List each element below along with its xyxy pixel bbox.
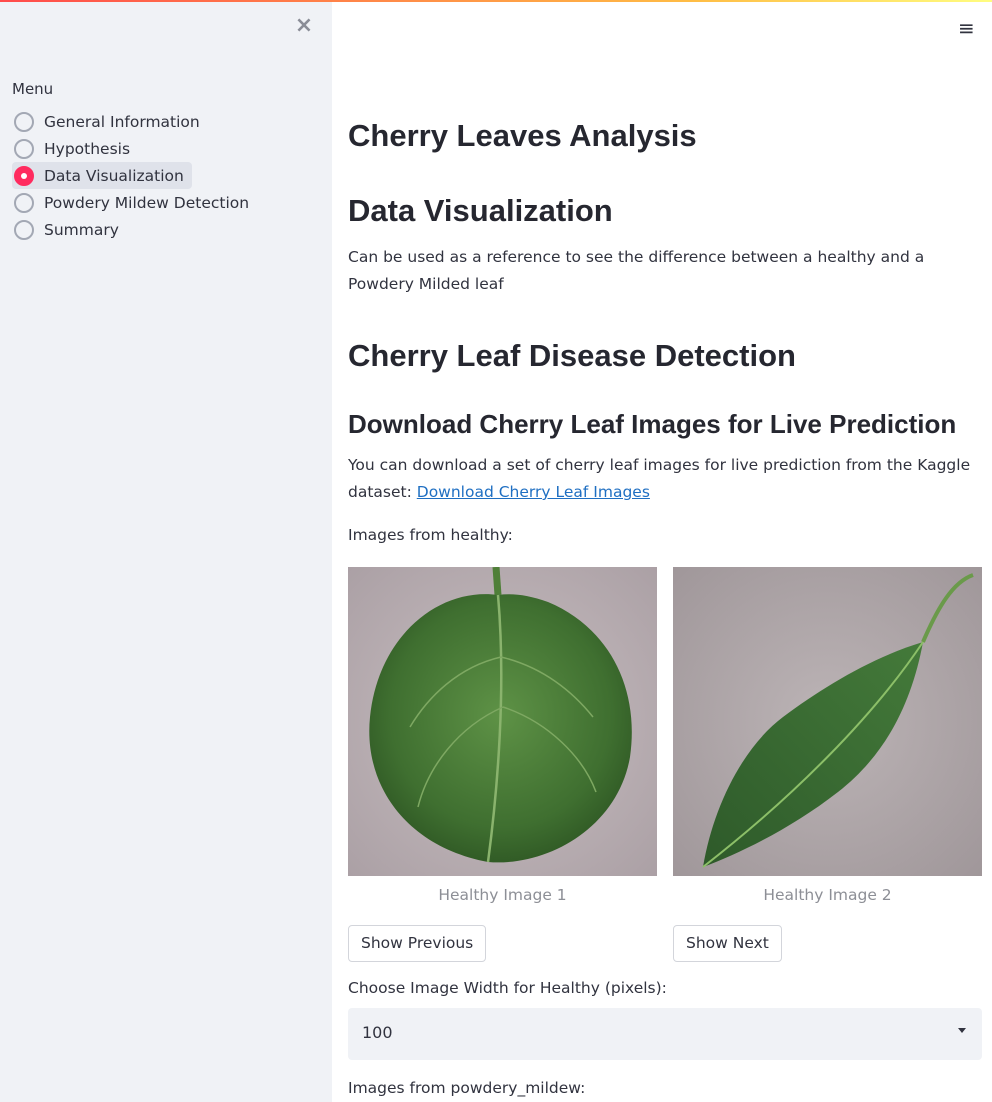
image-caption-2: Healthy Image 2 [763, 886, 892, 904]
image-caption-1: Healthy Image 1 [438, 886, 567, 904]
page-title: Cherry Leaves Analysis [348, 118, 697, 153]
download-text: You can download a set of cherry leaf im… [348, 452, 982, 506]
powdery-mildew-images-label: Images from powdery_mildew: [348, 1079, 586, 1097]
detection-title: Cherry Leaf Disease Detection [348, 338, 796, 373]
menu-item-label: Summary [44, 220, 119, 239]
image-width-value: 100 [362, 1023, 393, 1042]
menu-item-summary[interactable]: Summary [12, 216, 127, 243]
healthy-images-label: Images from healthy: [348, 526, 513, 544]
radio-button-icon[interactable] [14, 138, 34, 159]
show-previous-button[interactable]: Show Previous [348, 925, 487, 962]
radio-button-icon[interactable] [14, 192, 34, 213]
download-link[interactable]: Download Cherry Leaf Images [417, 483, 650, 501]
radio-button-icon[interactable] [14, 111, 34, 132]
section-title: Data Visualization [348, 193, 613, 228]
image-width-select[interactable]: 100 [348, 1008, 982, 1060]
download-title: Download Cherry Leaf Images for Live Pre… [348, 409, 957, 439]
menu-item-data-visualization[interactable]: Data Visualization [12, 162, 192, 189]
menu-label: Menu [12, 80, 54, 98]
image-width-label: Choose Image Width for Healthy (pixels): [348, 979, 667, 997]
top-accent-bar [0, 0, 992, 2]
menu-radio-group: General Information Hypothesis Data Visu… [12, 108, 257, 243]
chevron-down-icon [958, 1028, 966, 1033]
menu-item-powdery-mildew-detection[interactable]: Powdery Mildew Detection [12, 189, 257, 216]
healthy-image-column-2: Healthy Image 2 [673, 567, 982, 904]
menu-item-label: Powdery Mildew Detection [44, 193, 250, 212]
radio-button-selected-icon[interactable] [14, 165, 34, 186]
hamburger-menu-icon[interactable]: ≡ [958, 18, 975, 38]
menu-item-label: Data Visualization [44, 166, 184, 185]
menu-item-label: Hypothesis [44, 139, 131, 158]
healthy-image-column-1: Healthy Image 1 [348, 567, 657, 904]
menu-item-hypothesis[interactable]: Hypothesis [12, 135, 138, 162]
show-next-button[interactable]: Show Next [673, 925, 782, 962]
close-sidebar-icon[interactable]: × [292, 14, 316, 38]
menu-item-label: General Information [44, 112, 200, 131]
menu-item-general-information[interactable]: General Information [12, 108, 208, 135]
healthy-leaf-image-1 [348, 567, 657, 876]
radio-button-icon[interactable] [14, 219, 34, 240]
sidebar: × Menu General Information Hypothesis Da… [0, 0, 332, 1102]
section-description: Can be used as a reference to see the di… [348, 248, 925, 293]
healthy-leaf-image-2 [673, 567, 982, 876]
